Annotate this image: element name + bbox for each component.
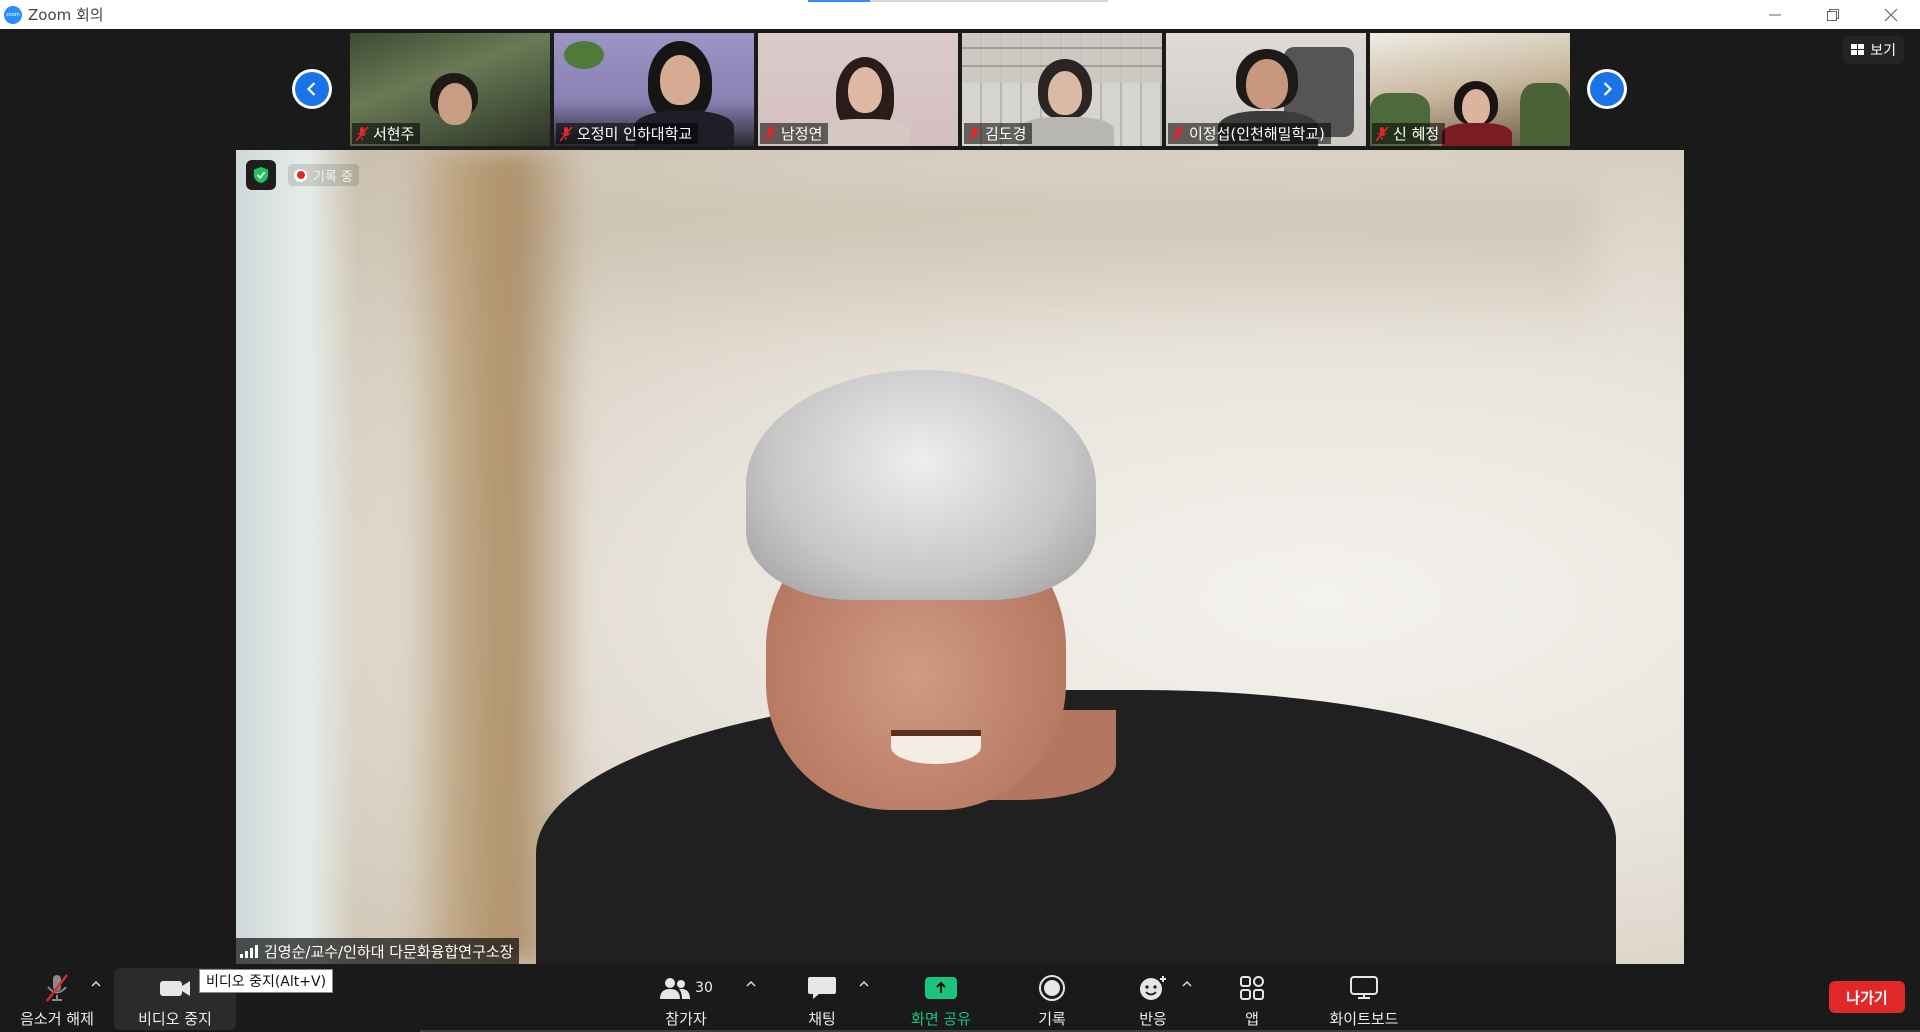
chat-bubble-icon bbox=[808, 977, 836, 999]
window-title: Zoom 회의 bbox=[28, 6, 104, 24]
chevron-up-icon[interactable] bbox=[745, 978, 757, 990]
reaction-smiley-icon bbox=[1140, 976, 1166, 1000]
zoom-logo-icon: zoom bbox=[4, 5, 22, 24]
video-camera-icon bbox=[160, 981, 190, 996]
whiteboard-label: 화이트보드 bbox=[1329, 1010, 1399, 1028]
record-button[interactable]: 기록 bbox=[1027, 964, 1077, 1032]
speaker-name-tag: 김영순/교수/인하대 다문화융합연구소장 bbox=[236, 938, 520, 964]
chat-button[interactable]: 채팅 bbox=[796, 964, 848, 1032]
signal-strength-icon bbox=[240, 944, 258, 958]
apps-button[interactable]: 앱 bbox=[1232, 964, 1272, 1032]
main-speaker-video[interactable]: 기록 중 김영순/교수/인하대 다문화융합연구소장 bbox=[236, 150, 1684, 964]
participant-name: 오정미 인하대학교 bbox=[577, 125, 693, 143]
stop-video-label: 비디오 중지 bbox=[138, 1010, 212, 1028]
participants-count: 30 bbox=[695, 980, 713, 996]
gallery-next-button[interactable] bbox=[1587, 69, 1627, 109]
minimize-button[interactable] bbox=[1746, 0, 1804, 29]
participant-name: 김도경 bbox=[985, 125, 1027, 143]
speaker-hair bbox=[746, 370, 1096, 600]
apps-label: 앱 bbox=[1245, 1010, 1259, 1028]
participant-label: 남정연 bbox=[760, 123, 829, 144]
whiteboard-icon bbox=[1350, 976, 1378, 999]
reactions-button[interactable]: 반응 bbox=[1128, 964, 1178, 1032]
unmute-button[interactable]: 음소거 해제 bbox=[14, 964, 100, 1032]
record-label: 기록 bbox=[1038, 1010, 1066, 1028]
chevron-up-icon[interactable] bbox=[1181, 978, 1193, 990]
mic-muted-icon bbox=[559, 125, 573, 142]
close-window-button[interactable] bbox=[1862, 0, 1920, 29]
mic-off-icon bbox=[46, 974, 68, 1002]
chat-label: 채팅 bbox=[808, 1010, 836, 1028]
participant-tile[interactable]: 오정미 인하대학교 bbox=[554, 33, 754, 146]
participant-name: 신 혜정 bbox=[1393, 125, 1440, 143]
participant-name: 서현주 bbox=[373, 125, 415, 143]
participant-label: 신 혜정 bbox=[1372, 123, 1446, 144]
speaker-name: 김영순/교수/인하대 다문화융합연구소장 bbox=[264, 942, 514, 961]
participant-tile[interactable]: 이정섭(인천해밀학교) bbox=[1166, 33, 1366, 146]
restore-button[interactable] bbox=[1804, 0, 1862, 29]
close-icon bbox=[1884, 8, 1898, 21]
share-screen-button[interactable]: 화면 공유 bbox=[900, 964, 982, 1032]
record-icon bbox=[1039, 975, 1065, 1001]
mic-muted-icon bbox=[763, 125, 777, 142]
grid-icon bbox=[1851, 44, 1865, 56]
participant-name: 이정섭(인천해밀학교) bbox=[1189, 125, 1325, 143]
chevron-left-icon bbox=[306, 82, 316, 96]
participant-tile[interactable]: 서현주 bbox=[350, 33, 550, 146]
view-button-label: 보기 bbox=[1870, 43, 1896, 59]
unmute-label: 음소거 해제 bbox=[20, 1010, 94, 1028]
apps-icon bbox=[1240, 976, 1264, 1000]
mic-muted-icon bbox=[355, 125, 369, 142]
participant-name: 남정연 bbox=[781, 125, 823, 143]
minimize-icon bbox=[1769, 14, 1781, 15]
chevron-up-icon[interactable] bbox=[858, 978, 870, 990]
gallery-prev-button[interactable] bbox=[292, 69, 332, 109]
participant-label: 김도경 bbox=[964, 123, 1033, 144]
mic-muted-icon bbox=[967, 125, 981, 142]
participants-icon bbox=[660, 978, 691, 999]
participants-label: 참가자 bbox=[665, 1010, 707, 1028]
participant-tile[interactable]: 남정연 bbox=[758, 33, 958, 146]
restore-icon bbox=[1827, 8, 1839, 21]
participant-label: 오정미 인하대학교 bbox=[556, 123, 699, 144]
whiteboard-button[interactable]: 화이트보드 bbox=[1322, 964, 1406, 1032]
view-button[interactable]: 보기 bbox=[1843, 36, 1904, 64]
video-tooltip: 비디오 중지(Alt+V) bbox=[199, 969, 334, 993]
share-screen-label: 화면 공유 bbox=[911, 1010, 971, 1028]
recording-dot-icon bbox=[294, 168, 307, 182]
title-tab-indicator bbox=[808, 0, 1108, 2]
participants-button[interactable]: 30 참가자 bbox=[656, 964, 716, 1032]
participant-label: 이정섭(인천해밀학교) bbox=[1168, 123, 1331, 144]
title-bar: zoom Zoom 회의 bbox=[0, 0, 1920, 29]
participant-tile[interactable]: 김도경 bbox=[962, 33, 1162, 146]
chevron-up-icon[interactable] bbox=[90, 978, 102, 990]
reactions-label: 반응 bbox=[1139, 1010, 1167, 1028]
mic-muted-icon bbox=[1171, 125, 1185, 142]
recording-label: 기록 중 bbox=[313, 169, 354, 185]
recording-indicator[interactable]: 기록 중 bbox=[288, 164, 360, 186]
share-screen-icon bbox=[925, 977, 957, 999]
participant-label: 서현주 bbox=[352, 123, 421, 144]
security-shield-icon[interactable] bbox=[246, 160, 276, 190]
leave-meeting-button[interactable]: 나가기 bbox=[1829, 981, 1905, 1013]
participant-tile[interactable]: 신 혜정 bbox=[1370, 33, 1570, 146]
window-controls bbox=[1746, 0, 1920, 29]
mic-muted-icon bbox=[1375, 125, 1389, 142]
chevron-right-icon bbox=[1603, 82, 1613, 96]
